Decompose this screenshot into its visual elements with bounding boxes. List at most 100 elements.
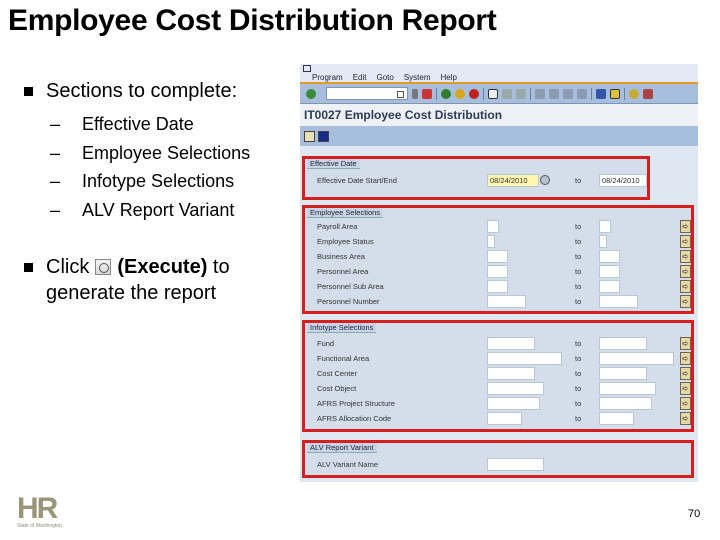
selection-row: Personnel Number to ➪ (305, 295, 691, 309)
selection-row: Cost Object to ➪ (305, 382, 691, 396)
to-input[interactable] (599, 367, 647, 380)
find-next-icon[interactable] (516, 88, 526, 99)
bullet-list: Sections to complete: – Effective Date – E… (20, 78, 300, 306)
from-input[interactable] (487, 337, 535, 350)
logo-subtext: State of Washington (17, 523, 62, 529)
field-label: Functional Area (317, 354, 370, 363)
first-page-icon[interactable] (535, 88, 545, 99)
to-input[interactable] (599, 352, 674, 365)
menu-goto[interactable]: Goto (376, 73, 393, 82)
effective-date-from-input[interactable]: 08/24/2010 (487, 174, 539, 187)
bullet-text: generate the report (46, 282, 217, 304)
from-input[interactable] (487, 295, 526, 308)
to-label: to (575, 414, 582, 423)
command-field[interactable] (326, 87, 408, 100)
menu-system[interactable]: System (404, 73, 431, 82)
to-label: to (575, 252, 582, 261)
from-input[interactable] (487, 250, 508, 263)
multiple-selection-button[interactable]: ➪ (680, 280, 691, 293)
from-input[interactable] (487, 265, 508, 278)
new-session-icon[interactable] (596, 88, 606, 99)
field-label: Employee Status (317, 237, 374, 246)
alv-variant-input[interactable] (487, 458, 544, 471)
enter-icon[interactable] (306, 88, 316, 99)
to-label: to (575, 297, 582, 306)
menu-edit[interactable]: Edit (353, 73, 367, 82)
from-input[interactable] (487, 382, 544, 395)
cancel-icon[interactable] (469, 88, 479, 99)
field-label: Fund (317, 339, 335, 348)
save-icon[interactable] (422, 88, 432, 99)
from-input[interactable] (487, 220, 499, 233)
field-label: Cost Object (317, 384, 357, 393)
multiple-selection-button[interactable]: ➪ (680, 337, 691, 350)
multiple-selection-button[interactable]: ➪ (680, 295, 691, 308)
to-input[interactable] (599, 280, 620, 293)
from-input[interactable] (487, 397, 540, 410)
from-input[interactable] (487, 412, 522, 425)
field-label: Personnel Sub Area (317, 282, 384, 291)
separator (624, 87, 625, 100)
bullet-square-icon (24, 87, 33, 96)
exit-icon[interactable] (455, 88, 465, 99)
last-page-icon[interactable] (577, 88, 587, 99)
menu-help[interactable]: Help (441, 73, 457, 82)
bullet-execute: Click (Execute) to generate the report (20, 254, 300, 306)
multiple-selection-button[interactable]: ➪ (680, 220, 691, 233)
layout-icon[interactable] (643, 88, 653, 99)
multiple-selection-button[interactable]: ➪ (680, 352, 691, 365)
execute-icon (95, 259, 112, 275)
print-icon[interactable] (488, 88, 498, 99)
employee-selections-group: Employee Selections Payroll Area to ➪ Em… (302, 205, 694, 314)
to-input[interactable] (599, 235, 607, 248)
find-icon[interactable] (502, 88, 512, 99)
from-input[interactable] (487, 235, 495, 248)
multiple-selection-button[interactable]: ➪ (680, 382, 691, 395)
to-label: to (575, 237, 582, 246)
to-label: to (575, 369, 582, 378)
multiple-selection-button[interactable]: ➪ (680, 235, 691, 248)
to-input[interactable] (599, 397, 652, 410)
shortcut-icon[interactable] (610, 88, 620, 99)
to-input[interactable] (599, 265, 620, 278)
sap-menubar: Program Edit Goto System Help (300, 64, 698, 84)
help-icon[interactable] (629, 88, 639, 99)
selection-row: Cost Center to ➪ (305, 367, 691, 381)
to-input[interactable] (599, 337, 647, 350)
multiple-selection-button[interactable]: ➪ (680, 412, 691, 425)
to-input[interactable] (599, 412, 634, 425)
group-title: Infotype Selections (307, 323, 377, 333)
slide-title: Employee Cost Distribution Report (8, 4, 497, 37)
prev-page-icon[interactable] (549, 88, 559, 99)
to-label: to (575, 176, 582, 185)
separator (591, 87, 592, 100)
separator (530, 87, 531, 100)
next-page-icon[interactable] (563, 88, 573, 99)
execute-button[interactable] (304, 130, 315, 142)
menu-program[interactable]: Program (312, 73, 343, 82)
field-label: Personnel Area (317, 267, 369, 276)
from-input[interactable] (487, 367, 535, 380)
to-input[interactable] (599, 382, 656, 395)
effective-date-to-input[interactable]: 08/24/2010 (599, 174, 647, 187)
multiple-selection-button[interactable]: ➪ (680, 250, 691, 263)
to-input[interactable] (599, 220, 611, 233)
back-icon[interactable] (441, 88, 451, 99)
multiple-selection-button[interactable]: ➪ (680, 265, 691, 278)
to-input[interactable] (599, 295, 638, 308)
window-menu-icon[interactable] (303, 65, 311, 72)
back-arrow-icon[interactable] (412, 88, 418, 99)
multiple-selection-button[interactable]: ➪ (680, 397, 691, 410)
multiple-selection-button[interactable]: ➪ (680, 367, 691, 380)
field-label: AFRS Allocation Code (317, 414, 392, 423)
from-input[interactable] (487, 280, 508, 293)
separator (483, 87, 484, 100)
field-label: AFRS Project Structure (317, 399, 395, 408)
selection-row: Fund to ➪ (305, 337, 691, 351)
from-input[interactable] (487, 352, 562, 365)
sub-item-text: Employee Selections (82, 142, 251, 163)
to-input[interactable] (599, 250, 620, 263)
bullet-square-icon (24, 263, 33, 272)
calendar-icon[interactable] (540, 175, 550, 185)
info-button[interactable] (318, 130, 329, 142)
